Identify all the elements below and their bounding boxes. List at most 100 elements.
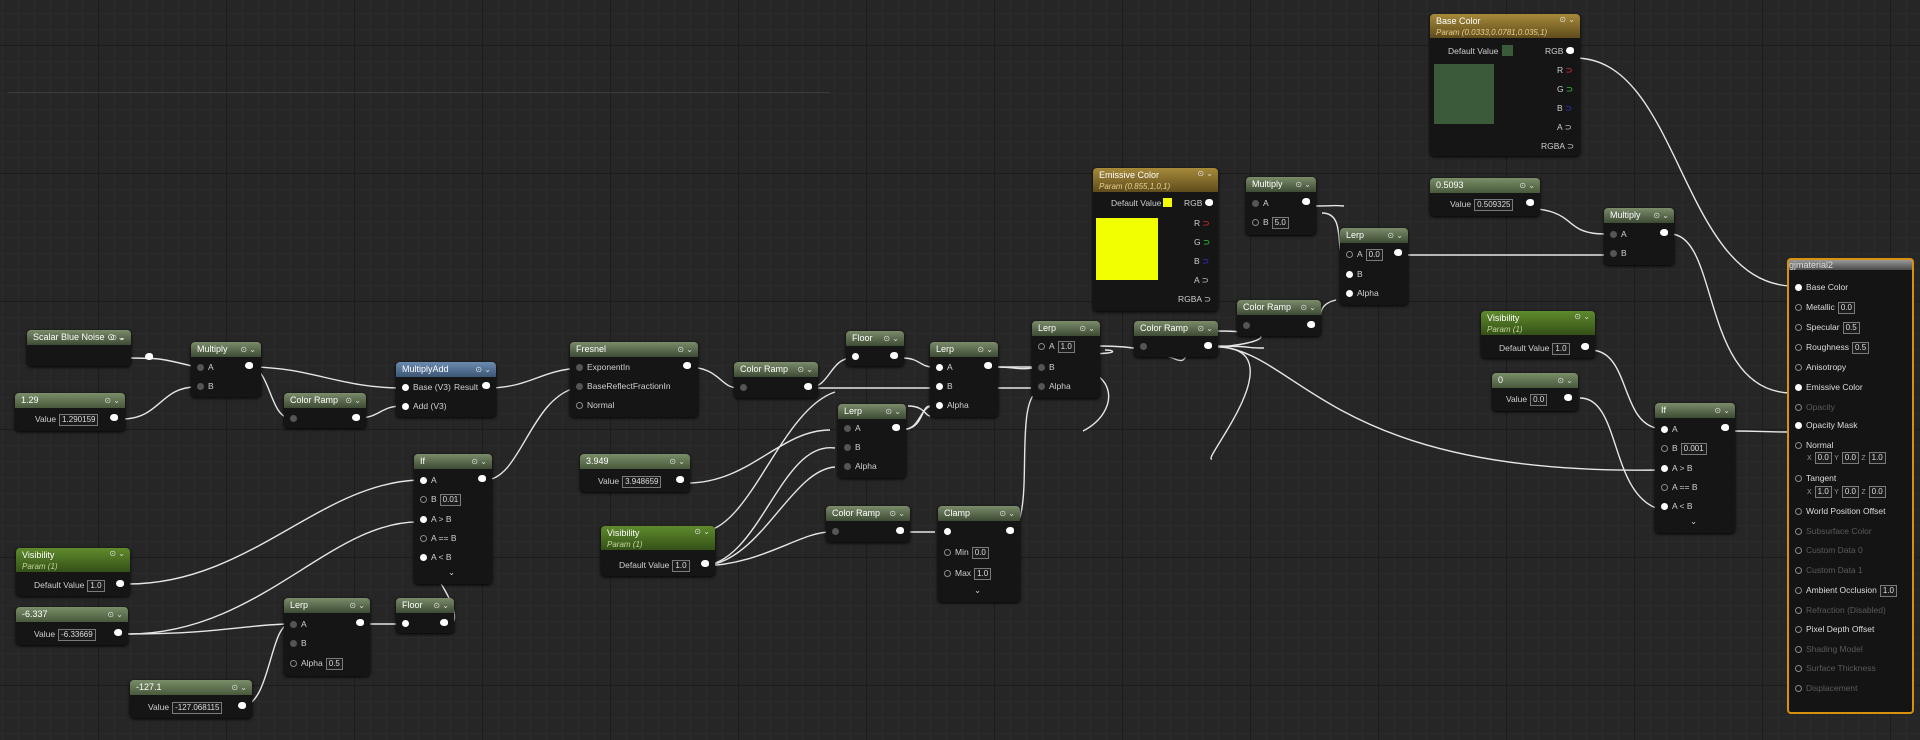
default-color-swatch[interactable] — [1502, 45, 1513, 56]
node-options-icon[interactable]: ⊙ ⌄ — [1197, 168, 1213, 179]
output-pin[interactable] — [701, 560, 709, 567]
input-pin[interactable] — [740, 384, 747, 391]
input-pin[interactable] — [852, 353, 859, 360]
input-a-less-b[interactable]: A < B — [420, 552, 452, 562]
value-field[interactable]: 0.0 — [1530, 394, 1548, 406]
output-pin[interactable] — [804, 383, 812, 390]
floor-node[interactable]: Floor ⊙ ⌄ — [396, 598, 454, 633]
node-options-icon[interactable]: ⊙ ⌄ — [345, 393, 361, 408]
fresnel-node[interactable]: Fresnel ⊙ ⌄ ExponentIn BaseReflectFractio… — [570, 342, 698, 417]
output-pin[interactable] — [1006, 527, 1014, 534]
color-ramp-node[interactable]: Color Ramp ⊙ ⌄ — [826, 506, 910, 542]
b-value-field[interactable]: 0.01 — [439, 494, 462, 506]
node-options-icon[interactable]: ⊙ ⌄ — [1557, 373, 1573, 388]
input-b[interactable]: B — [1346, 269, 1363, 279]
value-field[interactable]: 1.0 — [1552, 343, 1570, 355]
input-add[interactable]: Add (V3) — [402, 401, 447, 411]
output-pin[interactable] — [892, 424, 900, 431]
color-ramp-node[interactable]: Color Ramp ⊙ ⌄ — [1134, 321, 1218, 357]
pin-world-position-offset[interactable]: World Position Offset — [1795, 506, 1886, 516]
output-g[interactable]: G ⊃ — [1557, 84, 1573, 95]
node-options-icon[interactable]: ⊙ ⌄ — [109, 548, 125, 559]
output-pin[interactable] — [1204, 342, 1212, 349]
value-field[interactable]: -127.068115 — [172, 702, 223, 714]
output-a[interactable]: A ⊃ — [1194, 275, 1209, 286]
node-options-icon[interactable]: ⊙ ⌄ — [1295, 177, 1311, 192]
pin-pixel-depth-offset[interactable]: Pixel Depth Offset — [1795, 624, 1874, 634]
input-pin[interactable] — [290, 415, 297, 422]
output-pin[interactable] — [245, 362, 253, 369]
output-pin[interactable] — [478, 475, 486, 482]
input-base[interactable]: Base (V3) — [402, 382, 451, 392]
input-b[interactable]: B — [936, 381, 953, 391]
output-result[interactable]: Result — [454, 382, 478, 392]
b-value-field[interactable]: 0.001 — [1680, 443, 1707, 455]
constant-node[interactable]: 0.5093 ⊙ ⌄ Value 0.509325 — [1430, 178, 1540, 216]
base-color-param-node[interactable]: Base Color Param (0.0333,0.0781,0.035,1) ⊙… — [1430, 14, 1580, 156]
color-ramp-node[interactable]: Color Ramp ⊙ ⌄ — [734, 362, 818, 398]
input-exponent[interactable]: ExponentIn — [576, 362, 630, 372]
constant-node[interactable]: 3.949 ⊙ ⌄ Value 3.948659 — [580, 454, 690, 492]
input-alpha[interactable]: Alpha 0.5 — [290, 658, 343, 670]
material-output-node[interactable]: gjmaterial2 Base Color Metallic 0.0 Specu… — [1787, 258, 1914, 714]
pin-anisotropy[interactable]: Anisotropy — [1795, 362, 1846, 372]
output-a[interactable]: A ⊃ — [1557, 122, 1572, 133]
lerp-node[interactable]: Lerp ⊙ ⌄ A B Alpha — [838, 404, 906, 478]
pin-tangent[interactable]: Tangent — [1795, 473, 1836, 483]
if-node[interactable]: If ⊙ ⌄ A B 0.001 A > B A == B A < B ⌄ — [1655, 403, 1735, 533]
node-options-icon[interactable]: ⊙ ⌄ — [1300, 300, 1316, 315]
node-options-icon[interactable]: ⊙ ⌄ — [107, 607, 123, 622]
node-options-icon[interactable]: ⊙ ⌄ — [475, 362, 491, 377]
output-pin[interactable] — [676, 476, 684, 483]
node-options-icon[interactable]: ⊙ ⌄ — [885, 404, 901, 419]
constant-node[interactable]: 1.29 ⊙ ⌄ Value 1.290159 — [15, 393, 125, 431]
input-a-less-b[interactable]: A < B — [1661, 501, 1693, 511]
output-pin[interactable] — [1564, 394, 1572, 401]
max-value-field[interactable]: 1.0 — [974, 568, 992, 580]
node-options-icon[interactable]: ⊙ ⌄ — [977, 342, 993, 357]
visibility-param-node[interactable]: Visibility Param (1) ⊙ ⌄ Default Value 1.0 — [1481, 311, 1595, 358]
input-a-greater-b[interactable]: A > B — [1661, 463, 1693, 473]
default-color-swatch[interactable] — [1163, 198, 1172, 207]
pin-subsurface[interactable]: Subsurface Color — [1795, 526, 1872, 536]
input-b[interactable]: B — [1610, 248, 1627, 258]
pin-surface-thickness[interactable]: Surface Thickness — [1795, 663, 1876, 673]
output-rgb[interactable]: RGB — [1545, 46, 1563, 56]
node-options-icon[interactable]: ⊙ ⌄ — [104, 393, 120, 408]
normal-y-field[interactable]: 0.0 — [1841, 452, 1859, 464]
output-pin[interactable] — [356, 619, 364, 626]
pin-displacement[interactable]: Displacement — [1795, 683, 1858, 693]
output-pin[interactable] — [896, 527, 904, 534]
chevron-down-icon[interactable]: ⊙ ⌄ — [107, 332, 125, 343]
pin-custom-data-1[interactable]: Custom Data 1 — [1795, 565, 1863, 575]
expand-chevron-icon[interactable]: ⌄ — [974, 585, 981, 596]
color-ramp-node[interactable]: Color Ramp ⊙ ⌄ — [1237, 300, 1321, 336]
input-alpha[interactable]: Alpha — [844, 461, 877, 471]
multiply-node[interactable]: Multiply ⊙ ⌄ A B — [191, 342, 261, 397]
pin-custom-data-0[interactable]: Custom Data 0 — [1795, 545, 1863, 555]
node-options-icon[interactable]: ⊙ ⌄ — [1653, 208, 1669, 223]
alpha-value-field[interactable]: 0.5 — [325, 658, 343, 670]
input-pin[interactable] — [1243, 322, 1250, 329]
pin-refraction[interactable]: Refraction (Disabled) — [1795, 605, 1886, 615]
output-rgba[interactable]: RGBA ⊃ — [1541, 141, 1574, 152]
input-b[interactable]: B — [197, 381, 214, 391]
value-field[interactable]: 3.948659 — [622, 476, 662, 488]
input-alpha[interactable]: Alpha — [1346, 288, 1379, 298]
output-pin[interactable] — [1721, 424, 1729, 431]
input-b[interactable]: B — [290, 638, 307, 648]
lerp-node[interactable]: Lerp ⊙ ⌄ A B Alpha — [930, 342, 998, 417]
node-options-icon[interactable]: ⊙ ⌄ — [349, 598, 365, 613]
pin-opacity-mask[interactable]: Opacity Mask — [1795, 420, 1858, 430]
pin-emissive[interactable]: Emissive Color — [1795, 382, 1863, 392]
output-pin[interactable] — [1526, 199, 1534, 206]
color-ramp-node[interactable]: Color Ramp ⊙ ⌄ — [284, 393, 366, 428]
visibility-param-node[interactable]: Visibility Param (1) ⊙ ⌄ Default Value 1.0 — [16, 548, 130, 596]
b-value-field[interactable]: 5.0 — [1271, 217, 1289, 229]
input-a[interactable]: A 1.0 — [1038, 341, 1075, 353]
input-b[interactable]: B — [1038, 362, 1055, 372]
input-max[interactable]: Max 1.0 — [944, 568, 992, 580]
input-pin[interactable] — [832, 528, 839, 535]
output-pin[interactable] — [440, 619, 448, 626]
node-options-icon[interactable]: ⊙ ⌄ — [694, 526, 710, 537]
